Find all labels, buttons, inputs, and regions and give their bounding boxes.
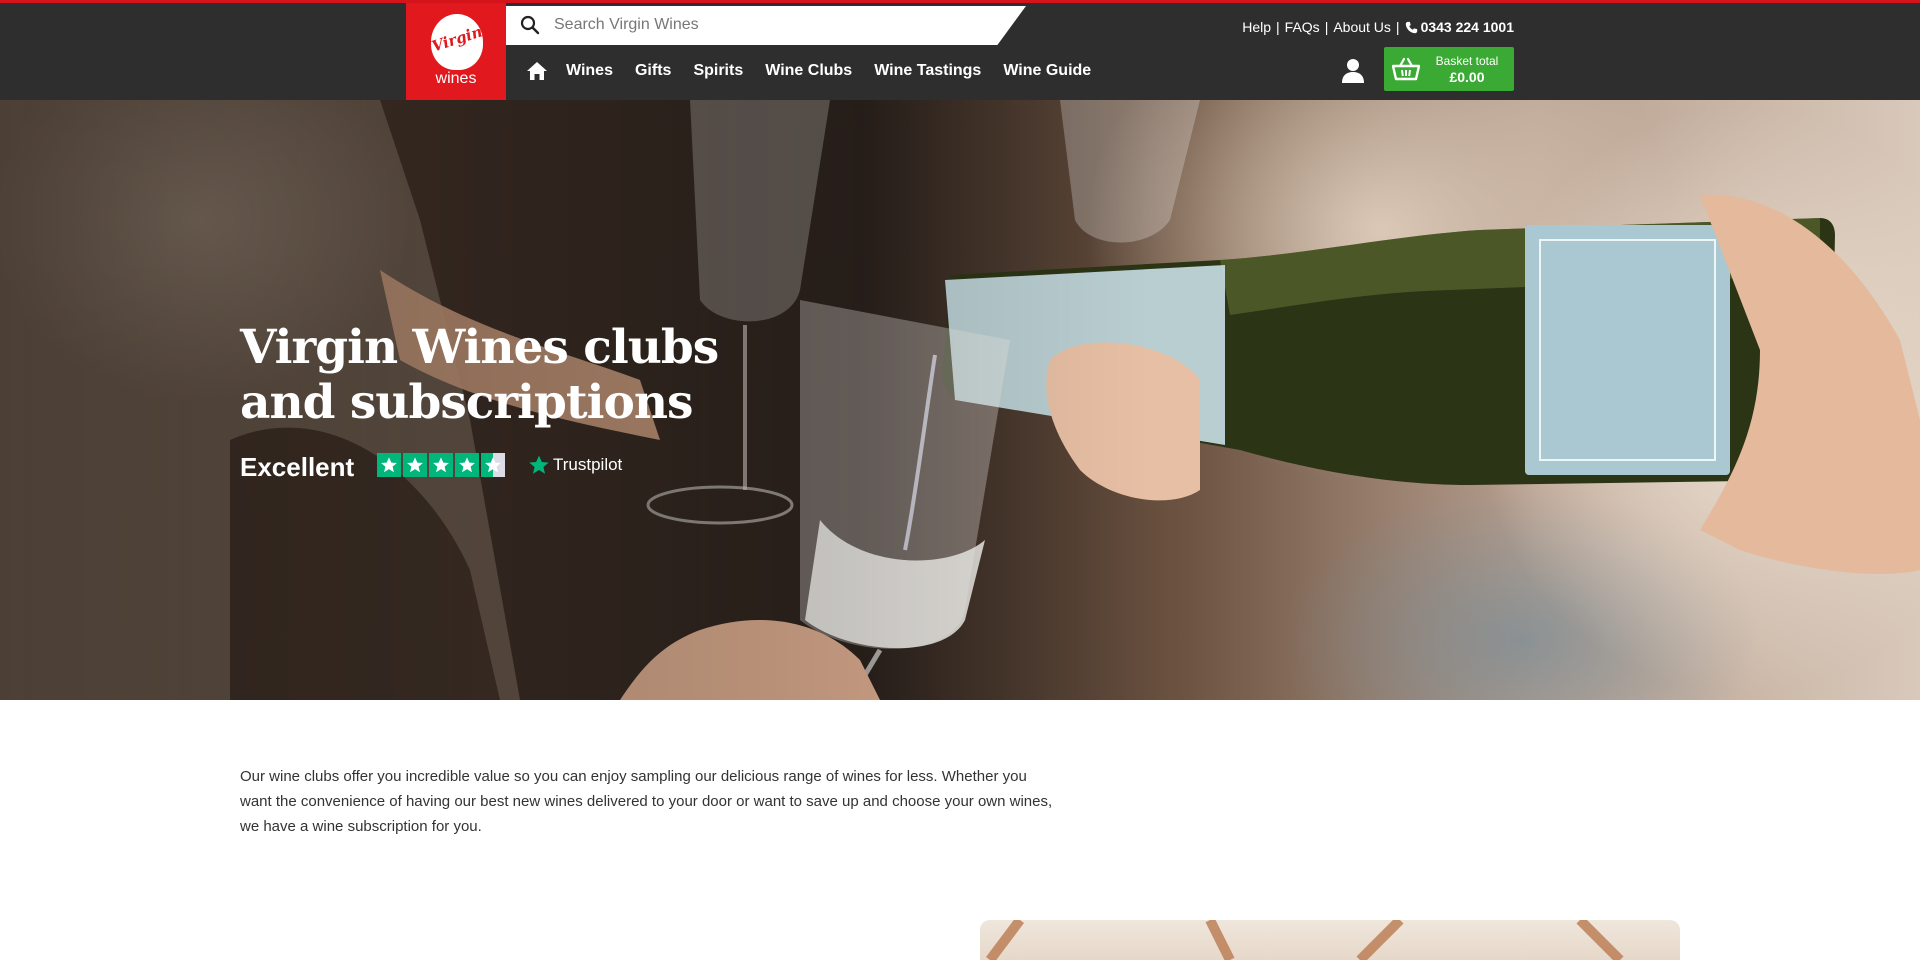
logo-word: wines	[435, 70, 477, 87]
basket-label: Basket total	[1435, 54, 1499, 68]
search-bar	[506, 6, 1026, 45]
nav-wine-tastings[interactable]: Wine Tastings	[874, 62, 981, 80]
faqs-link[interactable]: FAQs	[1285, 19, 1320, 35]
site-header: Virgin wines Help | FAQs | About Us | 03…	[0, 3, 1920, 100]
trustpilot-link[interactable]: Trustpilot	[528, 454, 622, 476]
star-icon	[455, 453, 479, 477]
star-icon	[429, 453, 453, 477]
basket-icon	[1392, 57, 1420, 81]
half-star-icon	[481, 453, 505, 477]
nav-wines[interactable]: Wines	[566, 62, 613, 80]
help-link[interactable]: Help	[1242, 19, 1271, 35]
wine-club-card-image[interactable]	[980, 920, 1680, 960]
hero-title-line1: Virgin Wines clubs	[240, 320, 719, 375]
teaser-image	[986, 920, 1624, 960]
nav-spirits[interactable]: Spirits	[693, 62, 743, 80]
virgin-wines-logo[interactable]: Virgin wines	[406, 3, 506, 100]
search-input[interactable]	[554, 11, 974, 39]
trustpilot-stars[interactable]	[377, 453, 507, 477]
user-icon[interactable]	[1341, 58, 1365, 84]
trustpilot-brand: Trustpilot	[553, 455, 623, 474]
star-icon	[403, 453, 427, 477]
intro-paragraph: Our wine clubs offer you incredible valu…	[240, 768, 1053, 835]
home-icon[interactable]	[526, 61, 548, 81]
nav-wine-clubs[interactable]: Wine Clubs	[765, 62, 852, 80]
logo-script: Virgin	[429, 22, 485, 56]
logo-badge: Virgin	[429, 14, 485, 70]
trustpilot-rating-word: Excellent	[240, 452, 355, 482]
hero-title: Virgin Wines clubs and subscriptions	[240, 320, 760, 430]
utility-links: Help | FAQs | About Us | 0343 224 1001	[1242, 19, 1514, 35]
star-icon	[377, 453, 401, 477]
phone-number: 0343 224 1001	[1420, 19, 1514, 35]
separator: |	[1324, 19, 1329, 35]
basket-total: £0.00	[1449, 69, 1485, 85]
hero-title-line2: and subscriptions	[240, 375, 693, 430]
basket-button[interactable]: Basket total £0.00	[1384, 47, 1514, 91]
hero-banner: Virgin Wines clubs and subscriptions Exc…	[0, 100, 1920, 700]
main-nav: Wines Gifts Spirits Wine Clubs Wine Tast…	[526, 61, 1113, 81]
nav-wine-guide[interactable]: Wine Guide	[1003, 62, 1091, 80]
phone-icon	[1405, 21, 1417, 33]
separator: |	[1276, 19, 1280, 35]
phone-link[interactable]: 0343 224 1001	[1405, 19, 1514, 35]
separator: |	[1395, 19, 1400, 35]
about-us-link[interactable]: About Us	[1333, 19, 1391, 35]
trustpilot-star-icon	[529, 455, 549, 474]
nav-gifts[interactable]: Gifts	[635, 62, 671, 80]
search-icon[interactable]	[520, 15, 540, 35]
